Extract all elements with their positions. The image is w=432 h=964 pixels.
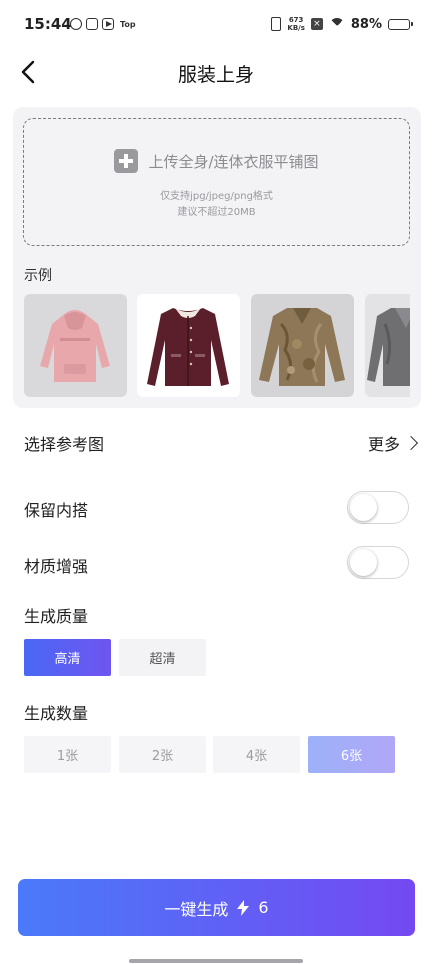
system-icons: 673 KB/s × 88% bbox=[271, 16, 413, 32]
notification-icons: Top bbox=[70, 18, 136, 30]
page-title: 服装上身 bbox=[177, 64, 254, 86]
count-option-1[interactable]: 1张 bbox=[24, 736, 111, 773]
toggle-knob bbox=[350, 549, 377, 576]
battery-icon bbox=[388, 18, 413, 30]
pink-hoodie-image bbox=[24, 294, 127, 397]
quality-option-hd[interactable]: 高清 bbox=[24, 639, 111, 676]
upload-label: 上传全身/连体衣服平铺图 bbox=[148, 152, 319, 171]
examples-label: 示例 bbox=[24, 268, 52, 284]
generate-cost: 6 bbox=[258, 898, 269, 917]
example-pink-hoodie[interactable] bbox=[24, 294, 127, 397]
chevron-right-icon bbox=[403, 435, 419, 451]
count-option-4[interactable]: 4张 bbox=[213, 736, 300, 773]
vibrate-icon bbox=[271, 17, 282, 31]
top-app-icon: Top bbox=[120, 19, 136, 29]
upload-prompt: 上传全身/连体衣服平铺图 bbox=[24, 149, 409, 173]
count-label: 生成数量 bbox=[24, 704, 89, 723]
upload-card: 上传全身/连体衣服平铺图 仅支持jpg/jpeg/png格式 建议不超过20MB… bbox=[13, 107, 421, 408]
upload-size-hint: 建议不超过20MB bbox=[177, 207, 256, 218]
generate-label: 一键生成 bbox=[164, 899, 229, 919]
example-maroon-cardigan[interactable] bbox=[137, 294, 240, 397]
lightning-icon bbox=[237, 899, 250, 916]
status-time: 15:44 bbox=[24, 15, 72, 33]
plus-icon bbox=[114, 149, 139, 173]
count-option-2[interactable]: 2张 bbox=[119, 736, 206, 773]
material-enhance-label: 材质增强 bbox=[24, 557, 89, 576]
home-indicator[interactable] bbox=[129, 959, 303, 963]
wifi-icon bbox=[328, 18, 345, 30]
app-notification-icon bbox=[86, 18, 98, 30]
example-gray-coat[interactable] bbox=[365, 294, 410, 397]
more-link-label: 更多 bbox=[367, 435, 400, 454]
network-speed-value: 673 bbox=[288, 16, 304, 24]
network-speed: 673 KB/s bbox=[287, 16, 304, 32]
examples-row[interactable] bbox=[24, 294, 410, 398]
more-link[interactable]: 更多 bbox=[367, 431, 419, 455]
generate-button[interactable]: 一键生成 6 bbox=[18, 879, 415, 936]
close-box-icon: × bbox=[310, 18, 323, 30]
gray-coat-image bbox=[365, 294, 410, 397]
upload-dropzone[interactable]: 上传全身/连体衣服平铺图 仅支持jpg/jpeg/png格式 建议不超过20MB bbox=[23, 118, 410, 246]
play-icon bbox=[102, 18, 114, 30]
keep-inner-toggle[interactable] bbox=[347, 491, 409, 524]
header: 服装上身 bbox=[0, 50, 432, 94]
quality-option-uhd[interactable]: 超清 bbox=[119, 639, 206, 676]
quality-label: 生成质量 bbox=[24, 607, 89, 626]
material-enhance-toggle[interactable] bbox=[347, 546, 409, 579]
maroon-cardigan-image bbox=[137, 294, 240, 397]
example-fur-jacket[interactable] bbox=[251, 294, 354, 397]
fur-jacket-image bbox=[251, 294, 354, 397]
network-speed-unit: KB/s bbox=[287, 24, 305, 32]
sync-icon bbox=[70, 18, 82, 30]
upload-format-hint: 仅支持jpg/jpeg/png格式 bbox=[160, 191, 273, 202]
reference-label: 选择参考图 bbox=[24, 435, 105, 454]
keep-inner-label: 保留内搭 bbox=[24, 501, 89, 520]
status-bar: 15:44 Top 673 KB/s × 88% bbox=[0, 0, 432, 50]
toggle-knob bbox=[350, 494, 377, 521]
battery-percent: 88% bbox=[350, 16, 382, 32]
count-option-6[interactable]: 6张 bbox=[308, 736, 395, 773]
